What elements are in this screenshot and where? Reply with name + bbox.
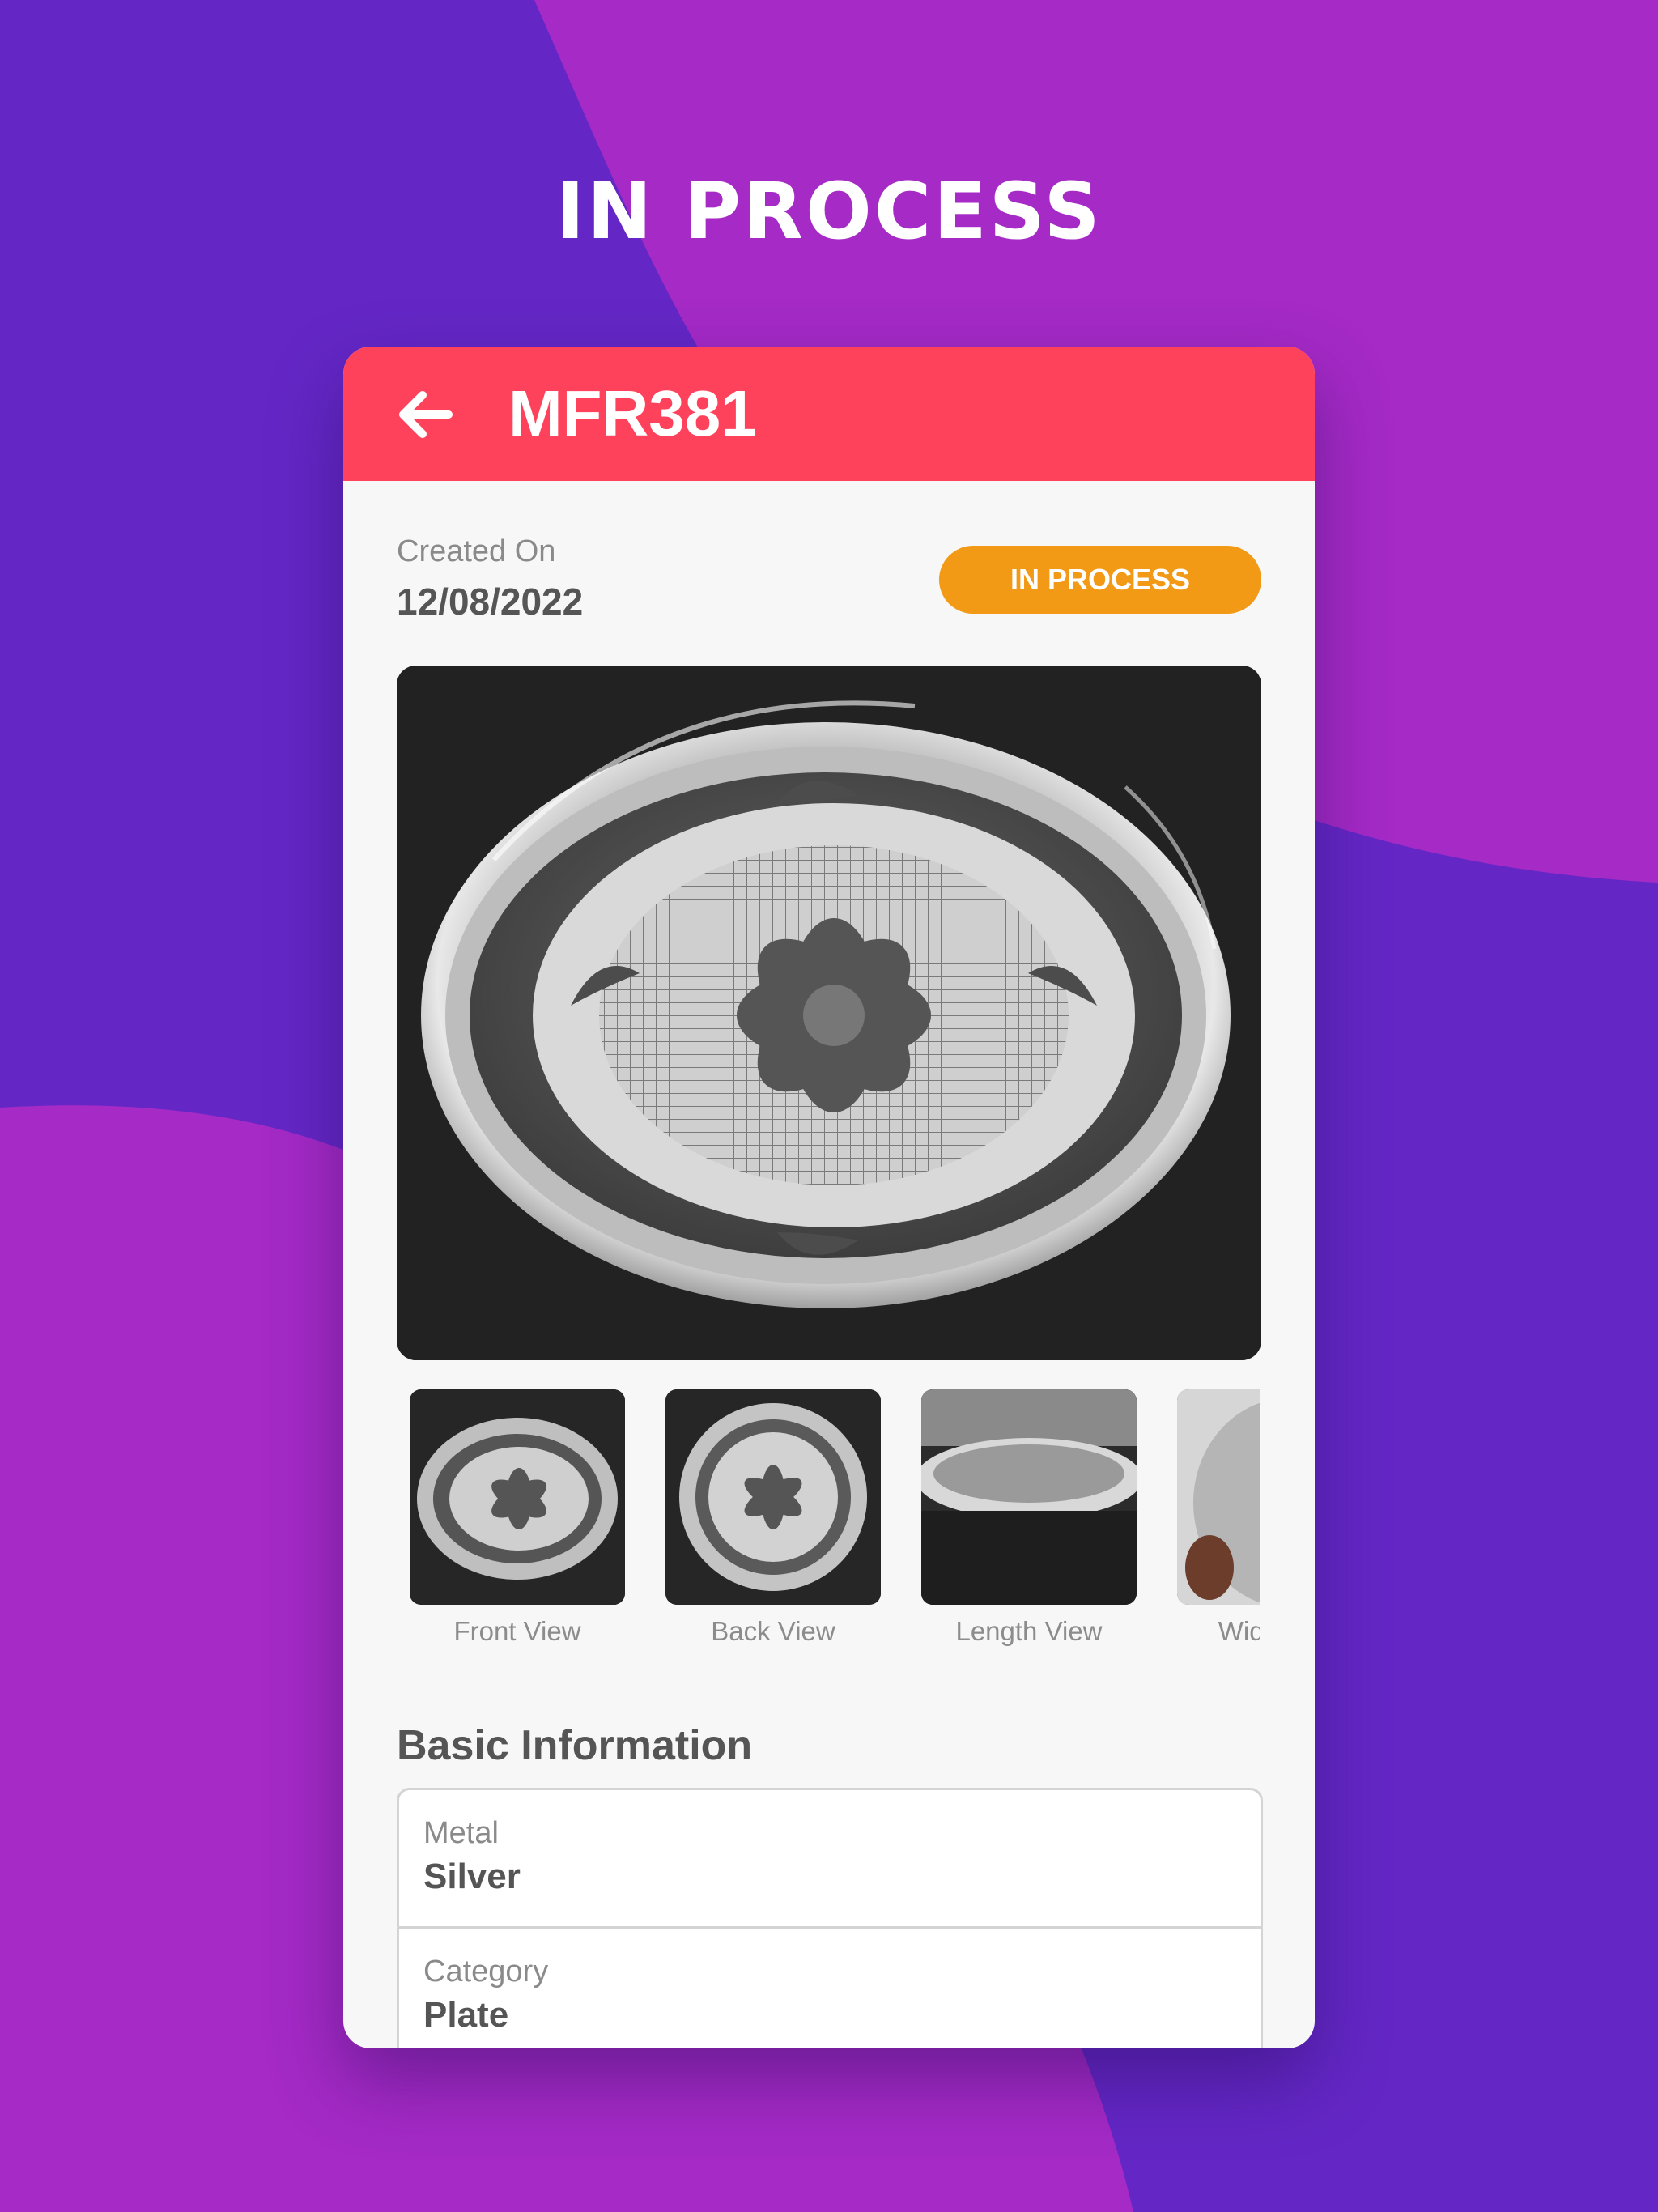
info-label: Category [423, 1955, 549, 1989]
basic-information-heading: Basic Information [397, 1722, 753, 1769]
created-on-label: Created On [397, 534, 556, 568]
order-id-title: MFR381 [508, 377, 757, 449]
thumbnail-item[interactable]: Front View [410, 1389, 625, 1647]
info-label: Metal [423, 1816, 499, 1850]
info-row-metal: Metal Silver [399, 1790, 1261, 1929]
thumbnail-label: Width View [1218, 1616, 1260, 1646]
info-value: Plate [423, 1995, 509, 2035]
back-view-thumbnail[interactable] [665, 1389, 881, 1605]
front-view-thumbnail[interactable] [410, 1389, 625, 1605]
width-view-thumbnail[interactable] [1177, 1389, 1260, 1605]
app-bar: MFR381 [343, 347, 1315, 481]
order-detail-card: MFR381 Created On 12/08/2022 IN PROCESS [343, 347, 1315, 2048]
silver-plate-illustration [397, 666, 1261, 1360]
info-value: Silver [423, 1857, 521, 1896]
thumbnail-item[interactable]: Length View [921, 1389, 1137, 1647]
thumbnail-strip[interactable]: Front View Back View Length View Wid [410, 1389, 1260, 1665]
basic-information-table: Metal Silver Category Plate [397, 1788, 1263, 2048]
thumbnail-label: Length View [955, 1616, 1103, 1646]
thumbnail-item[interactable]: Back View [665, 1389, 881, 1647]
length-view-thumbnail[interactable] [921, 1389, 1137, 1605]
status-badge: IN PROCESS [939, 546, 1261, 614]
main-product-image[interactable] [397, 666, 1261, 1360]
hero-title: IN PROCESS [555, 166, 1103, 257]
thumbnail-label: Back View [711, 1616, 835, 1646]
thumbnail-label: Front View [453, 1616, 581, 1646]
thumbnail-item[interactable]: Width View [1177, 1389, 1260, 1647]
arrow-left-icon [399, 391, 453, 438]
back-button[interactable] [393, 382, 458, 447]
created-on-date: 12/08/2022 [397, 581, 584, 623]
info-row-category: Category Plate [399, 1929, 1261, 2048]
